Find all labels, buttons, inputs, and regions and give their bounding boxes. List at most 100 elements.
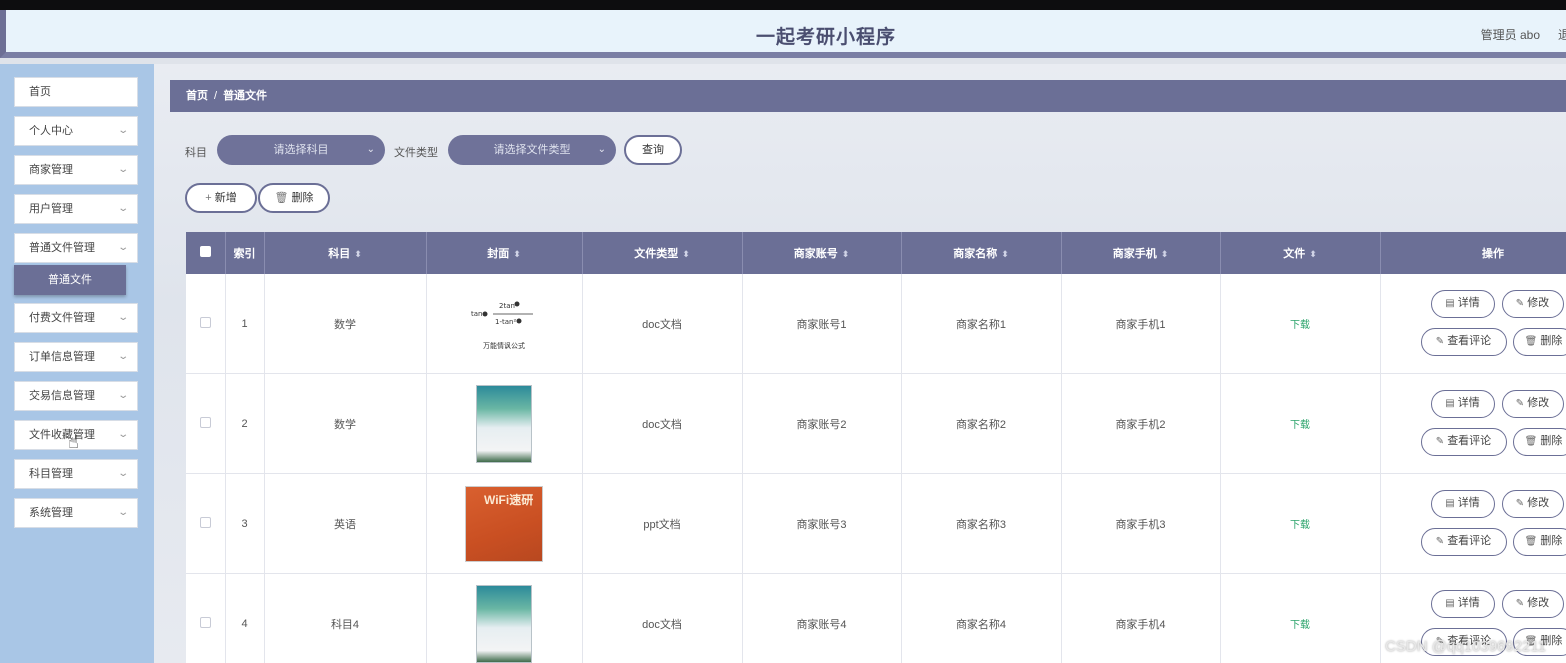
column-header-subject[interactable]: 科目 ⬍ [264, 232, 427, 274]
file-type-select[interactable]: 请选择文件类型 ⌄ [448, 135, 616, 165]
view-comments-button-label: 查看评论 [1447, 435, 1492, 447]
row-checkbox-cell[interactable] [186, 274, 226, 374]
chevron-up-icon: ⌄ [116, 242, 129, 253]
breadcrumb-separator: / [214, 90, 218, 102]
row-checkbox[interactable] [199, 616, 211, 628]
cell-index: 1 [225, 274, 265, 374]
sidebar-item-system[interactable]: 系统管理 ⌄ [14, 498, 138, 528]
sort-icon[interactable]: ⬍ [354, 249, 362, 259]
svg-text:2tan: 2tan [499, 302, 515, 310]
view-comments-button[interactable]: ✎ 查看评论 [1420, 428, 1507, 456]
add-button[interactable]: + 新增 [185, 183, 257, 213]
column-header-merchant-phone[interactable]: 商家手机 ⬍ [1061, 232, 1221, 274]
trash-icon: 🗑 [1524, 436, 1538, 447]
row-delete-button[interactable]: 🗑 删除 [1512, 528, 1566, 556]
row-checkbox[interactable] [199, 316, 211, 328]
cell-merchant-name: 商家名称2 [901, 373, 1062, 474]
chevron-down-icon: ⌄ [116, 351, 129, 362]
sidebar-item-label: 系统管理 [29, 507, 73, 519]
sidebar-item-users[interactable]: 用户管理 ⌄ [14, 194, 138, 224]
cover-image[interactable] [476, 384, 532, 463]
download-link[interactable]: 下载 [1290, 620, 1310, 631]
column-header-file-type[interactable]: 文件类型 ⬍ [582, 232, 743, 274]
breadcrumb-home[interactable]: 首页 [186, 90, 208, 102]
row-delete-button-label: 删除 [1540, 535, 1563, 547]
cover-image[interactable]: tan 2tan 1-tan² 万能情讽公式 [469, 294, 539, 354]
cell-merchant-account: 商家账号4 [742, 573, 902, 663]
sort-icon[interactable]: ⬍ [513, 249, 521, 259]
detail-button[interactable]: ▤ 详情 [1430, 390, 1495, 418]
sidebar-item-personal-center[interactable]: 个人中心 ⌄ [14, 116, 138, 146]
view-comments-button[interactable]: ✎ 查看评论 [1420, 528, 1507, 556]
cell-merchant-name: 商家名称3 [901, 473, 1062, 574]
file-type-filter-label: 文件类型 [394, 147, 438, 159]
column-header-file[interactable]: 文件 ⬍ [1220, 232, 1381, 274]
admin-user-label[interactable]: 管理员 abo [1481, 26, 1540, 43]
edit-button[interactable]: ✎ 修改 [1501, 590, 1564, 618]
cell-subject: 数学 [264, 274, 427, 374]
sort-icon[interactable]: ⬍ [842, 249, 850, 259]
column-header-merchant-account[interactable]: 商家账号 ⬍ [742, 232, 902, 274]
row-actions: ▤ 详情 ✎ 修改 ✎ 查看评论 🗑 删除 [1381, 374, 1566, 473]
detail-button-label: 详情 [1457, 497, 1480, 509]
subject-select[interactable]: 请选择科目 ⌄ [217, 135, 385, 165]
cover-image[interactable] [476, 584, 532, 663]
column-header-label: 商家账号 [793, 248, 838, 260]
sidebar-item-home[interactable]: 首页 [14, 77, 138, 107]
detail-button[interactable]: ▤ 详情 [1430, 490, 1495, 518]
sidebar: 首页 个人中心 ⌄ 商家管理 ⌄ 用户管理 ⌄ 普通文件管理 ⌄ 普通文件 付费文件管理… [0, 64, 154, 663]
cell-merchant-account: 商家账号1 [742, 274, 902, 374]
row-checkbox-cell[interactable] [186, 373, 226, 474]
row-checkbox-cell[interactable] [186, 473, 226, 574]
sidebar-item-subjects[interactable]: 科目管理 ⌄ [14, 459, 138, 489]
logout-link[interactable]: 退 [1558, 26, 1566, 43]
edit-button[interactable]: ✎ 修改 [1501, 390, 1564, 418]
pencil-icon: ✎ [1515, 498, 1525, 509]
column-header-merchant-name[interactable]: 商家名称 ⬍ [901, 232, 1062, 274]
sidebar-subitem-normal-file[interactable]: 普通文件 [14, 265, 126, 295]
view-comments-button-label: 查看评论 [1447, 535, 1492, 547]
table-row: 1 数学 tan 2tan 1-tan² 万能情讽公式 doc文档 商家账号1 … [186, 274, 1566, 374]
sidebar-item-label: 文件收藏管理 [29, 429, 95, 441]
sidebar-item-transactions[interactable]: 交易信息管理 ⌄ [14, 381, 138, 411]
row-checkbox-cell[interactable] [186, 573, 226, 663]
cell-index: 4 [225, 573, 265, 663]
document-icon: ▤ [1445, 298, 1455, 309]
cell-file-type: doc文档 [582, 373, 743, 474]
select-all-cell[interactable] [186, 232, 226, 274]
edit-button[interactable]: ✎ 修改 [1501, 490, 1564, 518]
edit-button-label: 修改 [1527, 297, 1550, 309]
select-all-checkbox[interactable] [199, 246, 211, 257]
row-checkbox[interactable] [199, 516, 211, 528]
sidebar-item-normal-files[interactable]: 普通文件管理 ⌄ [14, 233, 138, 263]
cell-merchant-phone: 商家手机3 [1061, 473, 1221, 574]
sidebar-item-paid-files[interactable]: 付费文件管理 ⌄ [14, 303, 138, 333]
sidebar-item-merchant[interactable]: 商家管理 ⌄ [14, 155, 138, 185]
edit-button-label: 修改 [1527, 597, 1550, 609]
sidebar-item-orders[interactable]: 订单信息管理 ⌄ [14, 342, 138, 372]
edit-button[interactable]: ✎ 修改 [1501, 290, 1564, 318]
row-delete-button[interactable]: 🗑 删除 [1512, 428, 1566, 456]
delete-button[interactable]: 🗑 删除 [258, 183, 330, 213]
view-comments-button[interactable]: ✎ 查看评论 [1420, 328, 1507, 356]
sort-icon[interactable]: ⬍ [682, 249, 690, 259]
sort-icon[interactable]: ⬍ [1309, 249, 1317, 259]
sort-icon[interactable]: ⬍ [1161, 249, 1169, 259]
row-delete-button[interactable]: 🗑 删除 [1512, 328, 1566, 356]
search-button[interactable]: 查询 [624, 135, 682, 165]
download-link[interactable]: 下载 [1290, 320, 1310, 331]
cell-index: 2 [225, 373, 265, 474]
subject-select-placeholder: 请选择科目 [273, 144, 329, 156]
detail-button[interactable]: ▤ 详情 [1430, 290, 1495, 318]
cell-actions: ▤ 详情 ✎ 修改 ✎ 查看评论 🗑 删除 [1380, 373, 1566, 474]
row-checkbox[interactable] [199, 416, 211, 428]
sort-icon[interactable]: ⬍ [1001, 249, 1009, 259]
detail-button[interactable]: ▤ 详情 [1430, 590, 1495, 618]
column-header-label: 封面 [487, 248, 510, 260]
download-link[interactable]: 下载 [1290, 520, 1310, 531]
column-header-cover[interactable]: 封面 ⬍ [426, 232, 583, 274]
cover-image[interactable]: WiFi速研 [465, 485, 543, 562]
row-delete-button-label: 删除 [1540, 435, 1563, 447]
download-link[interactable]: 下载 [1290, 420, 1310, 431]
row-actions: ▤ 详情 ✎ 修改 ✎ 查看评论 🗑 删除 [1381, 474, 1566, 573]
